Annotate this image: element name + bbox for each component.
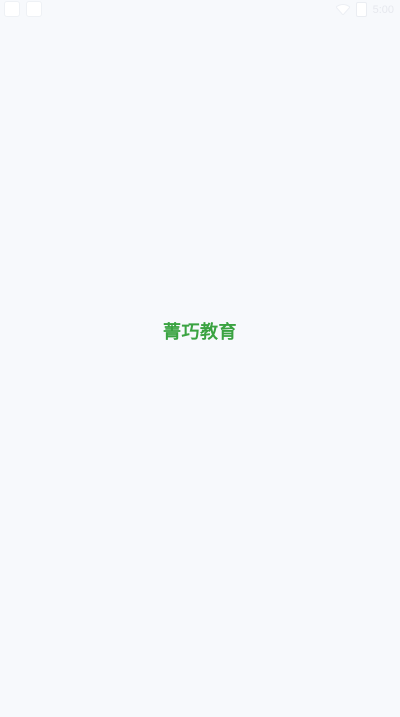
status-bar-indicators: 5:00 xyxy=(335,2,394,17)
notification-square-icon xyxy=(4,1,20,17)
app-name-title: 菁巧教育 xyxy=(163,322,237,343)
battery-icon xyxy=(355,2,367,17)
notification-square-icon xyxy=(26,1,42,17)
wifi-icon xyxy=(335,4,350,15)
status-bar-notifications xyxy=(4,1,42,17)
status-time: 5:00 xyxy=(372,3,394,16)
status-bar: 5:00 xyxy=(0,0,400,20)
